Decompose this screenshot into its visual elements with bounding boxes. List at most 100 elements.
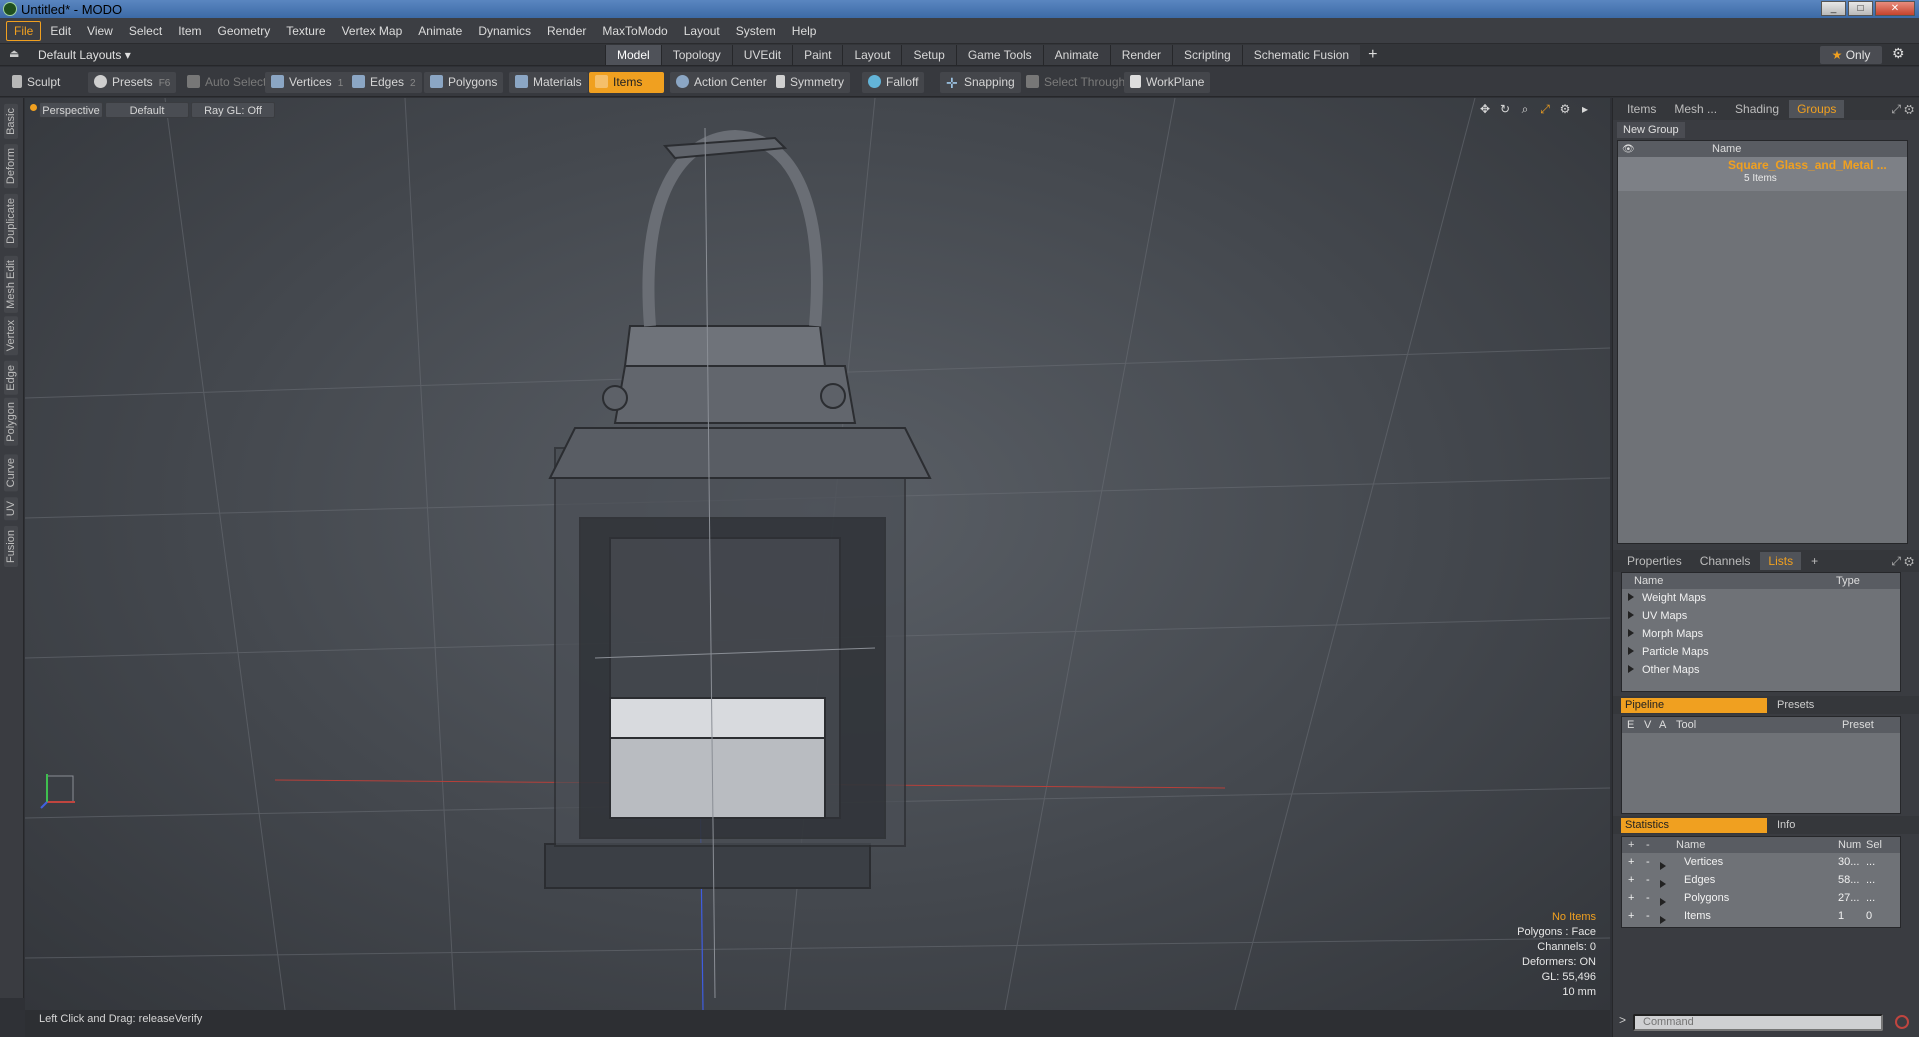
- default-layouts-dropdown[interactable]: Default Layouts ▾: [38, 48, 131, 62]
- materials-button[interactable]: Materials: [509, 72, 588, 93]
- view-type-dropdown[interactable]: Perspective: [39, 102, 103, 118]
- maximize-button[interactable]: □: [1848, 1, 1873, 16]
- command-input[interactable]: [1633, 1014, 1883, 1031]
- tab-shading[interactable]: Shading: [1727, 100, 1787, 118]
- items-button[interactable]: Items: [589, 72, 664, 93]
- menu-select[interactable]: Select: [122, 22, 169, 40]
- minimize-button[interactable]: _: [1821, 1, 1846, 16]
- raygl-dropdown[interactable]: Ray GL: Off: [191, 102, 275, 118]
- tab-items[interactable]: Items: [1619, 100, 1664, 118]
- pipeline-box: E V A Tool Preset: [1621, 716, 1901, 814]
- menu-system[interactable]: System: [729, 22, 783, 40]
- tab-info[interactable]: Info: [1773, 818, 1795, 833]
- workplane-button[interactable]: WorkPlane: [1124, 72, 1211, 93]
- col-v: V: [1644, 719, 1652, 731]
- only-button[interactable]: ★ Only: [1820, 46, 1882, 64]
- tab-uvedit[interactable]: UVEdit: [731, 45, 793, 65]
- add-tab-button[interactable]: +: [1360, 45, 1385, 65]
- menu-vertex-map[interactable]: Vertex Map: [335, 22, 410, 40]
- menu-layout[interactable]: Layout: [677, 22, 727, 40]
- new-group-button[interactable]: New Group: [1617, 122, 1685, 138]
- menu-edit[interactable]: Edit: [43, 22, 78, 40]
- shading-dropdown[interactable]: Default: [105, 102, 189, 118]
- stat-row[interactable]: + - Edges 58......: [1622, 871, 1900, 889]
- menu-file[interactable]: File: [6, 20, 42, 41]
- command-record-icon[interactable]: [1895, 1015, 1909, 1029]
- tab-render[interactable]: Render: [1109, 45, 1173, 65]
- tab-model[interactable]: Model: [605, 45, 661, 65]
- tab-topology[interactable]: Topology: [660, 45, 732, 65]
- group-row[interactable]: Square_Glass_and_Metal ... 5 Items: [1618, 157, 1907, 191]
- viewport-gear-icon[interactable]: ⚙: [1558, 102, 1572, 116]
- lantern-model[interactable]: [544, 127, 932, 999]
- tab-channels[interactable]: Channels: [1692, 552, 1759, 570]
- pan-icon[interactable]: ✥: [1478, 102, 1492, 116]
- tab-pipeline[interactable]: Pipeline: [1621, 698, 1767, 713]
- list-item[interactable]: Particle Maps: [1622, 643, 1900, 661]
- stat-row[interactable]: + - Items 1 0: [1622, 907, 1900, 925]
- add-panel-tab[interactable]: +: [1803, 552, 1826, 570]
- zoom-icon[interactable]: ⌕: [1518, 102, 1532, 116]
- tab-uv[interactable]: UV: [4, 497, 18, 521]
- tab-lists[interactable]: Lists: [1760, 552, 1802, 570]
- select-through-button[interactable]: Select Through: [1020, 72, 1131, 93]
- polygons-button[interactable]: Polygons: [424, 72, 504, 93]
- maximize-viewport-icon[interactable]: ⤢: [1538, 102, 1552, 116]
- tab-schematic-fusion[interactable]: Schematic Fusion: [1241, 45, 1361, 65]
- tab-edge[interactable]: Edge: [4, 361, 18, 395]
- tab-properties[interactable]: Properties: [1619, 552, 1690, 570]
- 3d-viewport[interactable]: Perspective Default Ray GL: Off ✥ ↻ ⌕ ⤢ …: [25, 98, 1610, 1010]
- list-item[interactable]: UV Maps: [1622, 607, 1900, 625]
- tab-deform[interactable]: Deform: [4, 144, 18, 189]
- tab-paint[interactable]: Paint: [792, 45, 843, 65]
- groups-name-col: Name: [1712, 143, 1742, 155]
- tab-polygon[interactable]: Polygon: [4, 398, 18, 446]
- rotate-icon[interactable]: ↻: [1498, 102, 1512, 116]
- viewport-menu-icon[interactable]: ▸: [1578, 102, 1592, 116]
- tab-scripting[interactable]: Scripting: [1172, 45, 1242, 65]
- gear-icon[interactable]: ⚙: [1892, 45, 1905, 62]
- layout-arrow-icon[interactable]: ⏏: [9, 47, 19, 60]
- menu-animate[interactable]: Animate: [411, 22, 469, 40]
- tab-fusion[interactable]: Fusion: [4, 526, 18, 568]
- tab-mesh-edit[interactable]: Mesh Edit: [4, 256, 18, 313]
- tab-setup[interactable]: Setup: [901, 45, 956, 65]
- stat-row[interactable]: + - Vertices 30......: [1622, 853, 1900, 871]
- panel2-expand-icon[interactable]: ⤢ ⚙: [1891, 554, 1914, 569]
- menu-dynamics[interactable]: Dynamics: [471, 22, 538, 40]
- list-item[interactable]: Morph Maps: [1622, 625, 1900, 643]
- tab-animate[interactable]: Animate: [1042, 45, 1110, 65]
- tab-duplicate[interactable]: Duplicate: [4, 194, 18, 248]
- menu-texture[interactable]: Texture: [279, 22, 332, 40]
- tab-layout[interactable]: Layout: [842, 45, 902, 65]
- list-item[interactable]: Other Maps: [1622, 661, 1900, 679]
- tab-mesh[interactable]: Mesh ...: [1666, 100, 1725, 118]
- tab-statistics[interactable]: Statistics: [1621, 818, 1767, 833]
- vertices-button[interactable]: Vertices 1: [265, 72, 350, 93]
- menu-item[interactable]: Item: [171, 22, 208, 40]
- menu-render[interactable]: Render: [540, 22, 593, 40]
- tab-groups[interactable]: Groups: [1789, 100, 1845, 118]
- presets-button[interactable]: Presets F6: [88, 72, 177, 93]
- menu-view[interactable]: View: [80, 22, 120, 40]
- symmetry-button[interactable]: Symmetry: [770, 72, 850, 93]
- tab-game-tools[interactable]: Game Tools: [955, 45, 1043, 65]
- menu-maxtomodo[interactable]: MaxToModo: [595, 22, 674, 40]
- tab-presets[interactable]: Presets: [1773, 698, 1814, 713]
- auto-select-button[interactable]: Auto Select: [181, 72, 272, 93]
- tab-vertex[interactable]: Vertex: [4, 316, 18, 356]
- list-item[interactable]: Weight Maps: [1622, 589, 1900, 607]
- menu-help[interactable]: Help: [785, 22, 824, 40]
- star-icon: ★: [1831, 48, 1843, 62]
- snapping-button[interactable]: ✛ Snapping: [940, 72, 1021, 93]
- tab-basic[interactable]: Basic: [4, 104, 18, 139]
- sculpt-button[interactable]: Sculpt: [6, 72, 66, 93]
- action-center-button[interactable]: Action Center: [670, 72, 773, 93]
- falloff-button[interactable]: Falloff: [862, 72, 925, 93]
- menu-geometry[interactable]: Geometry: [211, 22, 278, 40]
- edges-button[interactable]: Edges 2: [346, 72, 422, 93]
- close-button[interactable]: ✕: [1875, 1, 1915, 16]
- tab-curve[interactable]: Curve: [4, 454, 18, 492]
- panel-expand-icon[interactable]: ⤢ ⚙: [1891, 102, 1914, 117]
- stat-row[interactable]: + - Polygons 27......: [1622, 889, 1900, 907]
